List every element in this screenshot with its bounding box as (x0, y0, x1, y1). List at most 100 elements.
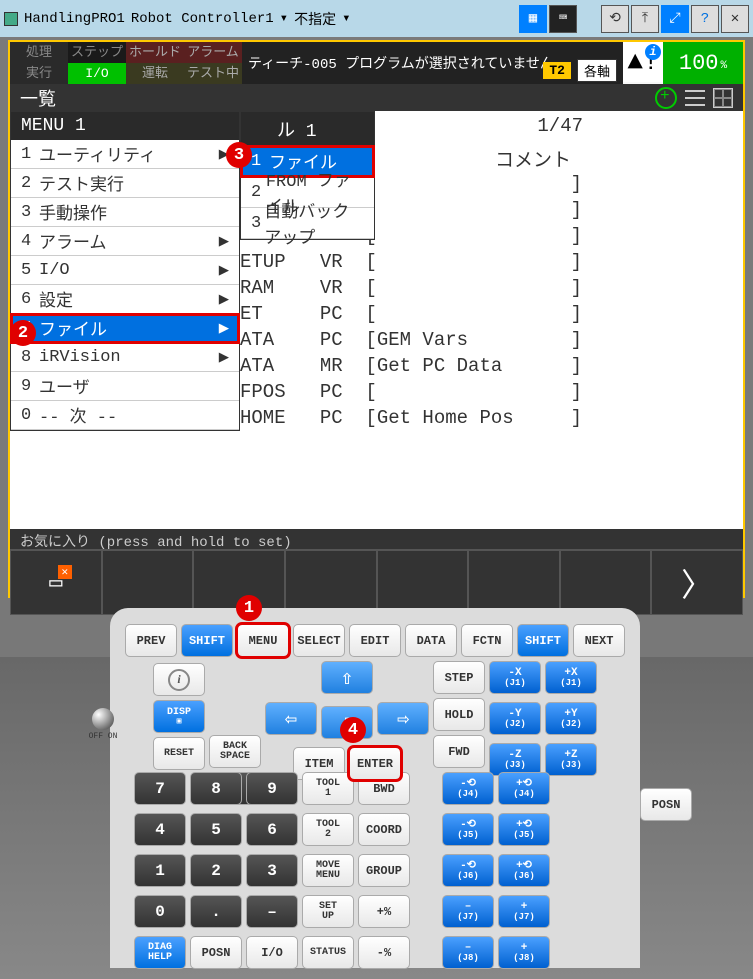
shift-button[interactable]: SHIFT (517, 624, 569, 657)
shift-button[interactable]: SHIFT (181, 624, 233, 657)
zoom-in-icon[interactable] (655, 87, 677, 109)
enter-button[interactable]: ENTER (349, 747, 401, 780)
on-off-knob-icon[interactable] (92, 708, 114, 730)
info-icon[interactable]: i (645, 44, 661, 60)
movemenu-button[interactable]: MOVE MENU (302, 854, 354, 887)
controller-name[interactable]: Robot Controller1 (131, 11, 274, 27)
posn-button[interactable]: POSN (190, 936, 242, 969)
favorites-next-icon[interactable]: 〉 (651, 550, 743, 615)
favorite-slot-7[interactable] (560, 550, 652, 615)
expand-icon[interactable]: ⤢ (661, 5, 689, 33)
tool2-button[interactable]: TOOL 2 (302, 813, 354, 846)
menu-item-設定[interactable]: 6設定▶ (11, 285, 239, 314)
upload-icon[interactable]: ⤒ (631, 5, 659, 33)
menu-item-ユーザ[interactable]: 9ユーザ (11, 372, 239, 401)
refresh-icon[interactable]: ⟲ (601, 5, 629, 33)
screen-title: 一覧 (20, 85, 56, 111)
pct-plus-button[interactable]: +% (358, 895, 410, 928)
mode-label[interactable]: 不指定 (294, 9, 336, 29)
favorites-bar: ▭✕ 〉 (10, 549, 743, 615)
axis-badge[interactable]: 各軸 (577, 59, 617, 82)
jog-+X-button[interactable]: +X(J1) (545, 661, 597, 694)
num-5-button[interactable]: 5 (190, 813, 242, 846)
help-icon[interactable]: ? (691, 5, 719, 33)
favorite-slot-1[interactable]: ▭✕ (10, 550, 102, 615)
hamburger-icon[interactable] (685, 90, 705, 106)
alarm-message: ティーチ-005 プログラムが選択されていません (248, 53, 554, 73)
jog--Y-button[interactable]: -Y(J2) (489, 702, 541, 735)
jog--⟲-button[interactable]: -⟲(J4) (442, 772, 494, 805)
pct-minus-button[interactable]: -% (358, 936, 410, 969)
menu-item-手動操作[interactable]: 3手動操作 (11, 198, 239, 227)
backspace-button[interactable]: BACK SPACE (209, 735, 261, 768)
keypad-toggle-icon[interactable]: ▦ (519, 5, 547, 33)
coord-button[interactable]: COORD (358, 813, 410, 846)
status-button[interactable]: STATUS (302, 936, 354, 969)
status-step: ステップ (68, 42, 126, 63)
jog-+-button[interactable]: +(J8) (498, 936, 550, 969)
next-button[interactable]: NEXT (573, 624, 625, 657)
num-7-button[interactable]: 7 (134, 772, 186, 805)
posn-side-button[interactable]: POSN (640, 788, 692, 821)
tool1-button[interactable]: TOOL 1 (302, 772, 354, 805)
menu-item-テスト実行[interactable]: 2テスト実行 (11, 169, 239, 198)
group-button[interactable]: GROUP (358, 854, 410, 887)
keyboard-icon[interactable]: ⌨ (549, 5, 577, 33)
menu-item-iRVision[interactable]: 8iRVision▶ (11, 343, 239, 372)
jog-+-button[interactable]: +(J7) (498, 895, 550, 928)
num-minus-button[interactable]: – (246, 895, 298, 928)
favorite-slot-2[interactable] (102, 550, 194, 615)
dropdown-arrow-icon[interactable]: ▾ (342, 10, 350, 27)
menu-item-アラーム[interactable]: 4アラーム▶ (11, 227, 239, 256)
jog--X-button[interactable]: -X(J1) (489, 661, 541, 694)
menu-button[interactable]: MENU (237, 624, 289, 657)
num-dot-button[interactable]: . (190, 895, 242, 928)
step-button[interactable]: STEP (433, 661, 485, 694)
num-3-button[interactable]: 3 (246, 854, 298, 887)
num-1-button[interactable]: 1 (134, 854, 186, 887)
favorite-slot-4[interactable] (285, 550, 377, 615)
select-button[interactable]: SELECT (293, 624, 345, 657)
arrow-up-button[interactable]: ⇧ (321, 661, 373, 694)
setup-button[interactable]: SET UP (302, 895, 354, 928)
num-4-button[interactable]: 4 (134, 813, 186, 846)
menu-item-ユーティリティ[interactable]: 1ユーティリティ▶ (11, 140, 239, 169)
num-6-button[interactable]: 6 (246, 813, 298, 846)
menu-item-I/O[interactable]: 5I/O▶ (11, 256, 239, 285)
diag-help-button[interactable]: DIAG HELP (134, 936, 186, 969)
jog-+⟲-button[interactable]: +⟲(J4) (498, 772, 550, 805)
jog-–-button[interactable]: –(J8) (442, 936, 494, 969)
dropdown-arrow-icon[interactable]: ▾ (280, 10, 288, 27)
on-off-switch[interactable]: OFF ON (88, 708, 118, 741)
info-button[interactable]: i (153, 663, 205, 696)
warning-triangle-icon[interactable]: ▲!i (623, 42, 663, 82)
submenu-item-自動バックアップ[interactable]: 3自動バックアップ (241, 208, 374, 239)
favorite-slot-6[interactable] (468, 550, 560, 615)
jog--⟲-button[interactable]: -⟲(J6) (442, 854, 494, 887)
jog-+⟲-button[interactable]: +⟲(J6) (498, 854, 550, 887)
hold-button[interactable]: HOLD (433, 698, 485, 731)
jog--⟲-button[interactable]: -⟲(J5) (442, 813, 494, 846)
jog-+Z-button[interactable]: +Z(J3) (545, 743, 597, 776)
num-2-button[interactable]: 2 (190, 854, 242, 887)
menu-item--- 次 --[interactable]: 0-- 次 -- (11, 401, 239, 430)
prev-button[interactable]: PREV (125, 624, 177, 657)
disp-button[interactable]: DISP▣ (153, 700, 205, 733)
close-icon[interactable]: ✕ (721, 5, 749, 33)
layout-grid-icon[interactable] (713, 88, 733, 108)
jog-+⟲-button[interactable]: +⟲(J5) (498, 813, 550, 846)
num-0-button[interactable]: 0 (134, 895, 186, 928)
edit-button[interactable]: EDIT (349, 624, 401, 657)
fwd-button[interactable]: FWD (433, 735, 485, 768)
data-button[interactable]: DATA (405, 624, 457, 657)
num-8-button[interactable]: 8 (190, 772, 242, 805)
jog-+Y-button[interactable]: +Y(J2) (545, 702, 597, 735)
override-value[interactable]: 100% (663, 42, 743, 84)
io-button[interactable]: I/O (246, 936, 298, 969)
menu-item-ファイル[interactable]: 7ファイル▶ (11, 314, 239, 343)
reset-button[interactable]: RESET (153, 737, 205, 770)
fctn-button[interactable]: FCTN (461, 624, 513, 657)
jog-–-button[interactable]: –(J7) (442, 895, 494, 928)
favorite-slot-5[interactable] (377, 550, 469, 615)
num-9-button[interactable]: 9 (246, 772, 298, 805)
